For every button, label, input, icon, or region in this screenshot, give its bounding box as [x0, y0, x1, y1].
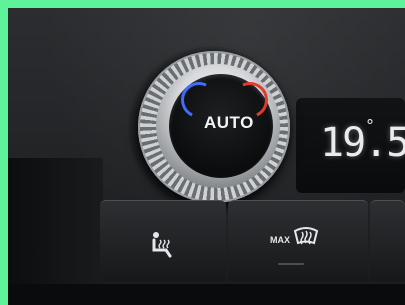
image-frame: 19.5 ° AUTO MAX	[8, 8, 405, 305]
left-bevel	[8, 158, 103, 305]
temperature-unit: °	[366, 116, 374, 135]
max-label: MAX	[270, 235, 290, 245]
max-defrost-indicator	[278, 263, 304, 265]
right-button[interactable]	[370, 200, 405, 281]
bottom-bevel	[8, 284, 405, 305]
temperature-value: 19.5	[320, 120, 405, 166]
auto-label: AUTO	[204, 113, 254, 132]
heated-seat-icon	[152, 232, 172, 258]
defrost-icon	[293, 227, 319, 245]
